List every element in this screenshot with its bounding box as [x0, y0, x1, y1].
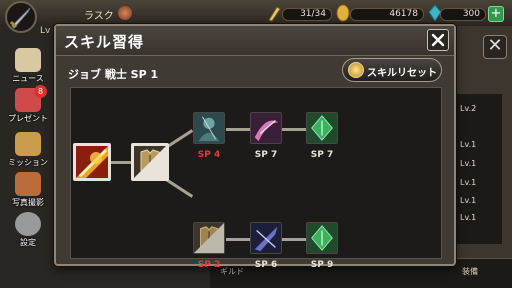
skill-node-lower-3[interactable]: [306, 222, 338, 254]
sp-cost-label: SP 7: [254, 150, 278, 160]
skill-node-lower-2[interactable]: [250, 222, 282, 254]
player-name: ラスク: [84, 11, 114, 22]
present-badge: 8: [34, 85, 47, 98]
sp-cost-label: SP 9: [310, 260, 334, 270]
background-close-button[interactable]: ✕: [483, 35, 507, 59]
stamina-counter: 31/34: [282, 8, 332, 21]
corner-icon: [194, 223, 224, 253]
emblem-icon: [118, 6, 132, 20]
add-gems-button[interactable]: +: [488, 6, 504, 22]
sp-cost-label: SP 4: [197, 150, 221, 160]
knight-skill-icon: [194, 113, 224, 143]
learned-corner-icon: [134, 146, 166, 178]
skill-node-armor[interactable]: [131, 143, 169, 181]
dialog-header: スキル習得: [56, 26, 454, 56]
stamina-icon: [268, 6, 281, 22]
tree-connector: [109, 161, 133, 164]
gem-counter: 300: [440, 8, 486, 21]
list-item-level: Lv.1: [460, 196, 477, 205]
skill-node-upper-1[interactable]: [193, 112, 225, 144]
settings-button[interactable]: 設定: [8, 212, 48, 250]
close-button[interactable]: [427, 29, 449, 51]
mission-icon: [15, 132, 41, 156]
dark-slash-icon: [251, 223, 281, 253]
dialog-title: スキル習得: [64, 33, 145, 51]
photo-button[interactable]: 写真撮影: [8, 172, 48, 210]
passive-gem-icon: [307, 113, 337, 143]
skill-node-upper-3[interactable]: [306, 112, 338, 144]
skill-node-fire-slash[interactable]: [73, 143, 111, 181]
mission-button[interactable]: ミッション: [8, 132, 48, 170]
list-item-level: Lv.1: [460, 159, 477, 168]
player-level-label: Lv: [40, 26, 51, 36]
list-item-level: Lv.2: [460, 104, 477, 113]
list-item-level: Lv.1: [460, 178, 477, 187]
equip-tab[interactable]: 装備: [462, 266, 478, 277]
sp-cost-label: SP 6: [254, 260, 278, 270]
list-item-level: Lv.1: [460, 140, 477, 149]
skill-node-lower-1[interactable]: [193, 222, 225, 254]
present-button[interactable]: 8 プレゼント: [8, 85, 48, 126]
reset-icon: [348, 62, 364, 78]
skill-node-upper-2[interactable]: [250, 112, 282, 144]
sp-cost-label: SP 2: [197, 260, 221, 270]
skill-reset-button[interactable]: スキルリセット: [342, 58, 442, 82]
close-icon: [431, 33, 445, 47]
skill-reset-label: スキルリセット: [367, 68, 437, 79]
camera-icon: [15, 172, 41, 196]
list-item-level: Lv.1: [460, 213, 477, 222]
news-button[interactable]: ニュース: [8, 48, 48, 86]
news-icon: [15, 48, 41, 72]
sp-cost-label: SP 7: [310, 150, 334, 160]
gear-icon: [15, 212, 41, 236]
sword-icon: [5, 1, 37, 33]
gold-icon: [336, 4, 350, 22]
pink-slash-icon: [251, 113, 281, 143]
skill-tree: SP 4 SP 7 SP 7 SP 2 SP 6 SP 9: [70, 87, 442, 270]
gold-counter: 46178: [350, 8, 424, 21]
fire-slash-icon: [76, 146, 108, 178]
skill-learn-dialog: スキル習得 ジョブ 戦士 SP 1 スキルリセット SP 4 SP 7 SP 7…: [54, 24, 456, 270]
passive-gem-icon: [307, 223, 337, 253]
job-sp-label: ジョブ 戦士 SP 1: [68, 68, 159, 81]
